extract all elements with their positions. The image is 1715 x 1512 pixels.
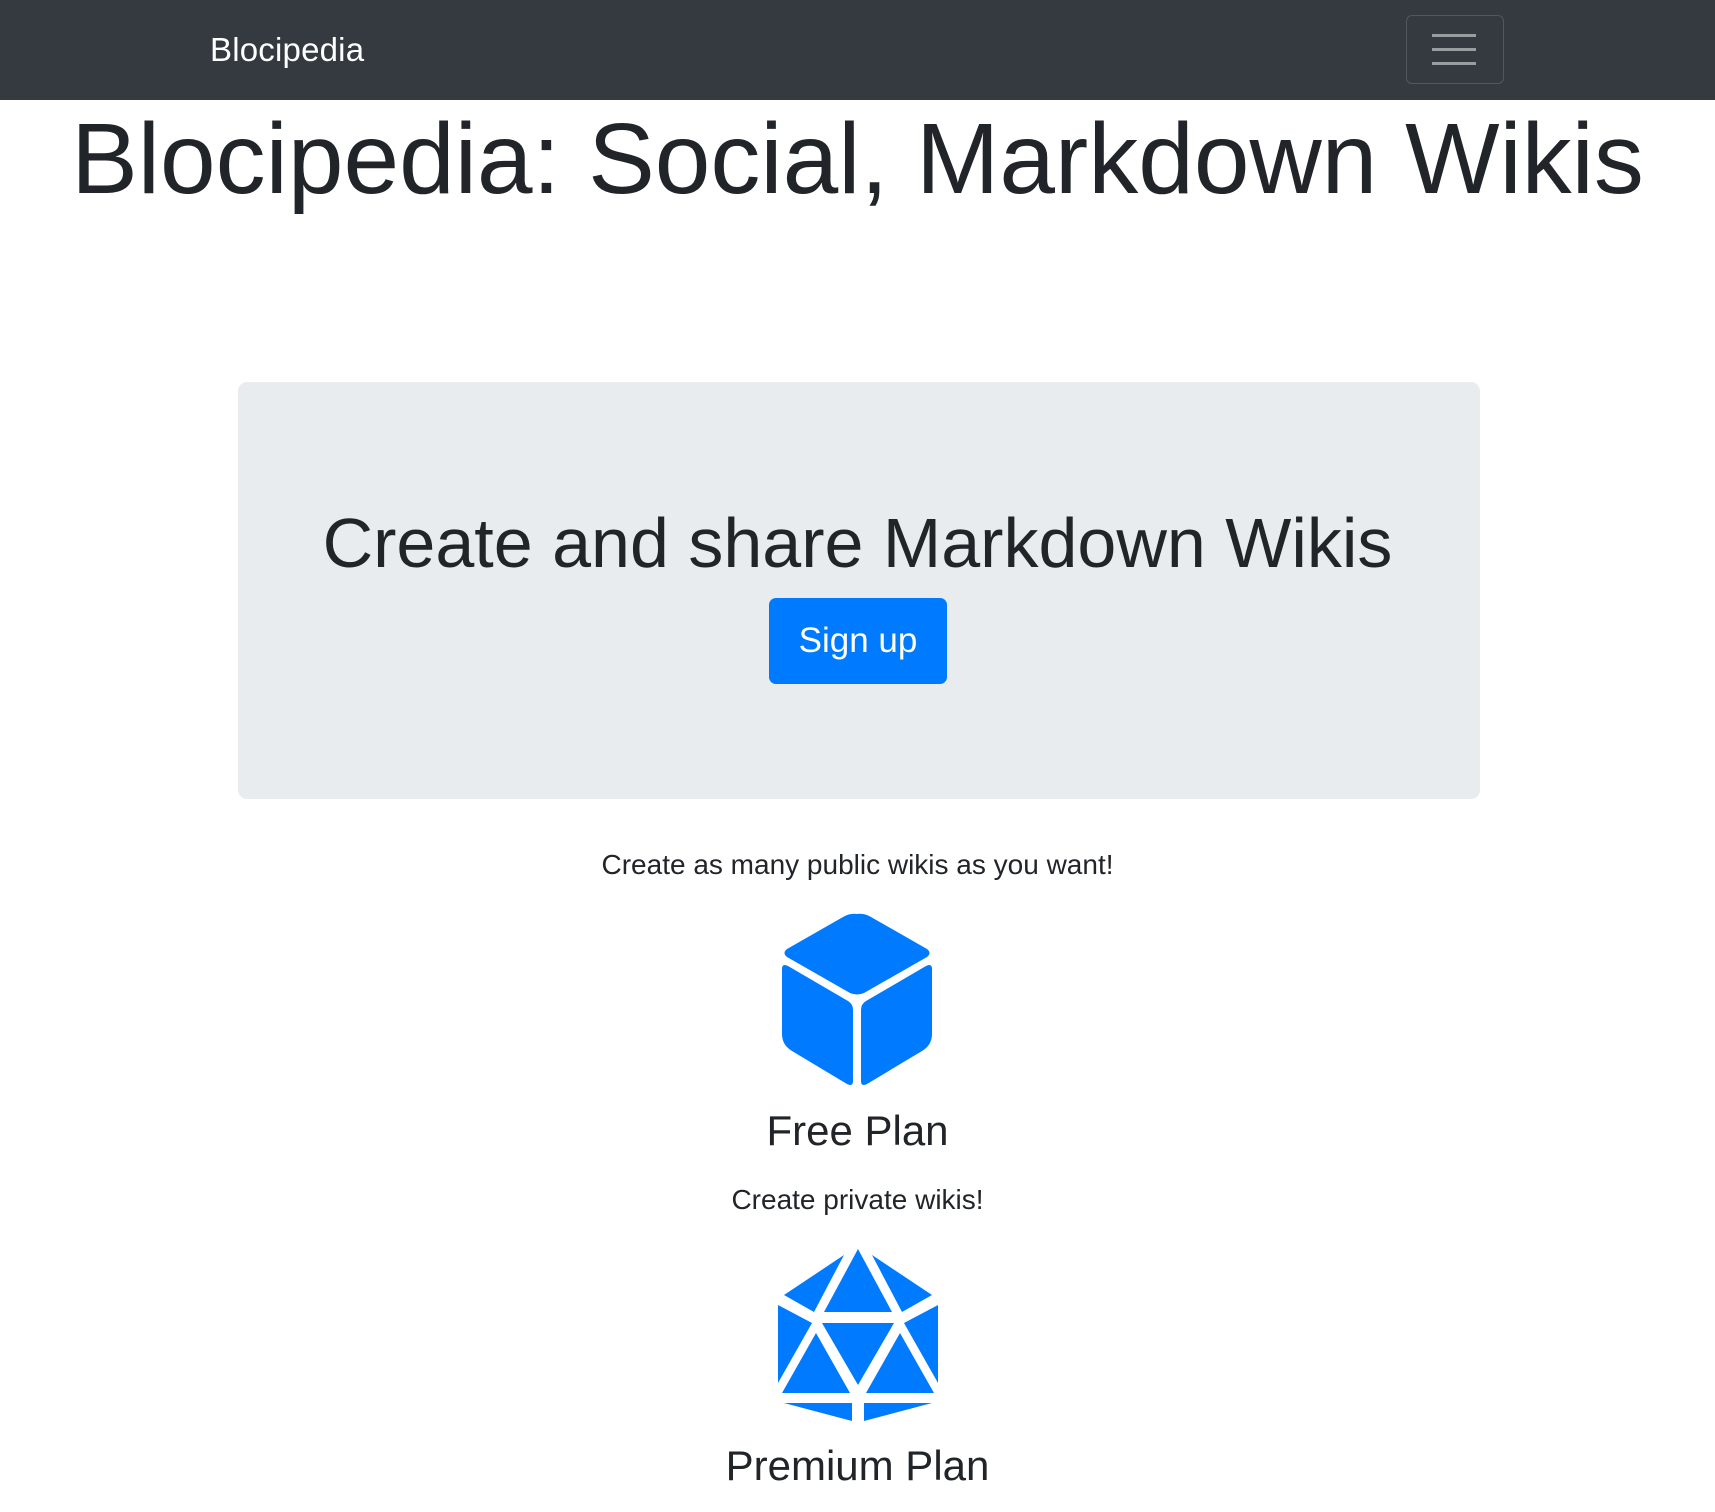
signup-button[interactable]: Sign up: [769, 598, 947, 684]
premium-plan-description: Create private wikis!: [731, 1184, 984, 1215]
navbar-toggler-button[interactable]: [1406, 15, 1504, 84]
hamburger-menu-icon: [1432, 34, 1476, 65]
navbar: Blocipedia: [0, 0, 1715, 100]
jumbotron-heading: Create and share Markdown Wikis: [322, 504, 1393, 582]
box-icon: [782, 913, 932, 1085]
free-plan-title: Free Plan: [766, 1107, 949, 1154]
gem-icon: [778, 1249, 938, 1421]
free-plan-description: Create as many public wikis as you want!: [601, 849, 1114, 880]
page-title: Blocipedia: Social, Markdown Wikis: [71, 103, 1644, 215]
jumbotron: [238, 382, 1480, 799]
navbar-brand[interactable]: Blocipedia: [210, 30, 364, 70]
premium-plan-title: Premium Plan: [725, 1442, 990, 1489]
